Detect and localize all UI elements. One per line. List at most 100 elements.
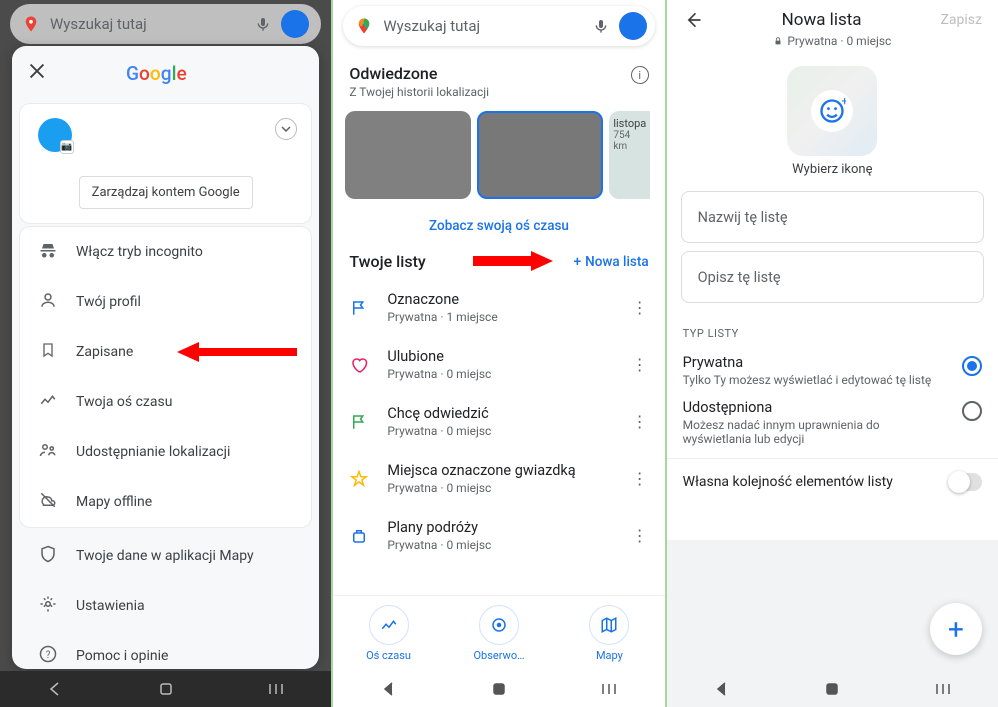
type-shared-row[interactable]: Udostępniona Możesz nadać innym uprawnie… — [667, 391, 998, 450]
back-arrow-icon[interactable] — [683, 10, 703, 30]
nav-home-icon[interactable] — [488, 678, 510, 700]
list-row-ulubione[interactable]: UlubionePrywatna · 0 miejsc ⋮ — [333, 336, 664, 393]
search-bar[interactable]: Wyszukaj tutaj — [343, 6, 654, 46]
menu-offline-maps[interactable]: Mapy offline — [20, 477, 311, 527]
list-type-label: TYP LISTY — [667, 311, 998, 346]
menu-help[interactable]: ? Pomoc i opinie — [12, 631, 319, 669]
list-row-oznaczone[interactable]: OznaczonePrywatna · 1 miejsce ⋮ — [333, 279, 664, 336]
more-icon[interactable]: ⋮ — [631, 526, 649, 545]
your-lists-title: Twoje listy — [349, 252, 425, 271]
list-row-starred[interactable]: Miejsca oznaczone gwiazdkąPrywatna · 0 m… — [333, 450, 664, 507]
menu-label: Zapisane — [76, 344, 133, 360]
android-nav-bar — [333, 671, 664, 707]
more-icon[interactable]: ⋮ — [631, 355, 649, 374]
radio-button[interactable] — [962, 356, 982, 376]
bnav-timeline[interactable]: Oś czasu — [344, 605, 434, 662]
maps-pin-icon — [355, 17, 373, 35]
visited-header: Odwiedzone Z Twojej historii lokalizacji — [333, 52, 664, 103]
person-icon — [38, 291, 58, 313]
menu-label: Mapy offline — [76, 494, 152, 510]
fab-add-button[interactable]: + — [930, 603, 982, 655]
mic-icon — [255, 16, 271, 32]
visited-card[interactable] — [345, 111, 471, 199]
timeline-icon — [369, 605, 409, 645]
menu-label: Włącz tryb incognito — [76, 244, 203, 260]
card-month: listopa — [613, 117, 646, 130]
svg-text:Google: Google — [126, 62, 187, 85]
visited-title: Odwiedzone — [349, 64, 648, 83]
type-private-row[interactable]: Prywatna Tylko Ty możesz wyświetlać i ed… — [667, 346, 998, 391]
toggle-switch[interactable] — [948, 473, 982, 491]
menu-profile[interactable]: Twój profil — [20, 277, 311, 327]
timeline-icon — [38, 391, 58, 413]
menu-incognito[interactable]: Włącz tryb incognito — [20, 227, 311, 277]
visited-card-peek[interactable]: listopa 754 km — [609, 111, 650, 199]
radio-button[interactable] — [962, 401, 982, 421]
incognito-icon — [38, 241, 58, 263]
share-location-icon — [38, 441, 58, 463]
nav-recent-icon[interactable] — [932, 678, 954, 700]
menu-your-data[interactable]: Twoje dane w aplikacji Mapy — [12, 531, 319, 581]
menu-label: Ustawienia — [76, 598, 145, 614]
nav-back-icon[interactable] — [44, 678, 66, 700]
timeline-link[interactable]: Zobacz swoją oś czasu — [429, 218, 569, 234]
list-desc-input[interactable]: Opisz tę listę — [681, 251, 984, 303]
plus-icon: + — [948, 613, 964, 646]
list-row-travel-plans[interactable]: Plany podróżyPrywatna · 0 miejsc ⋮ — [333, 507, 664, 564]
shield-icon — [38, 545, 58, 567]
account-dropdown-icon[interactable] — [275, 118, 297, 140]
menu-settings[interactable]: Ustawienia — [12, 581, 319, 631]
more-icon[interactable]: ⋮ — [631, 469, 649, 488]
visited-cards: listopa 754 km — [333, 103, 664, 207]
mic-icon[interactable] — [593, 18, 609, 34]
search-placeholder: Wyszukaj tutaj — [383, 17, 582, 35]
choose-icon-button[interactable]: + — [787, 66, 877, 156]
more-icon[interactable]: ⋮ — [631, 298, 649, 317]
menu-share-location[interactable]: Udostępnianie lokalizacji — [20, 427, 311, 477]
manage-account-button[interactable]: Zarządzaj kontem Google — [79, 176, 253, 209]
save-button[interactable]: Zapisz — [941, 12, 982, 28]
camera-icon: 📷 — [60, 140, 74, 154]
new-list-button[interactable]: + Nowa lista — [574, 254, 649, 270]
radar-icon — [479, 605, 519, 645]
lock-icon — [773, 36, 783, 46]
menu-label: Pomoc i opinie — [76, 648, 168, 664]
menu-card: Włącz tryb incognito Twój profil Zapisan… — [20, 227, 311, 527]
bnav-maps[interactable]: Mapy — [564, 605, 654, 662]
nav-back-icon[interactable] — [711, 678, 733, 700]
plus-icon: + — [574, 254, 582, 270]
menu-label: Twój profil — [76, 294, 141, 310]
close-icon[interactable] — [26, 60, 48, 82]
visited-card-selected[interactable] — [477, 111, 603, 199]
android-nav-bar — [0, 671, 331, 707]
bnav-following[interactable]: Obserwo… — [454, 605, 544, 662]
avatar[interactable] — [619, 12, 647, 40]
card-distance: 754 km — [613, 130, 646, 152]
nav-home-icon[interactable] — [155, 678, 177, 700]
page-title: Nowa lista — [703, 10, 941, 30]
nav-back-icon[interactable] — [378, 678, 400, 700]
nav-recent-icon[interactable] — [598, 678, 620, 700]
nav-home-icon[interactable] — [821, 678, 843, 700]
own-order-toggle-row: Własna kolejność elementów listy — [667, 458, 998, 505]
menu-timeline[interactable]: Twoja oś czasu — [20, 377, 311, 427]
nav-recent-icon[interactable] — [265, 678, 287, 700]
emoji-icon: + — [811, 90, 853, 132]
help-icon: ? — [38, 645, 58, 667]
info-icon[interactable]: i — [631, 66, 649, 84]
gear-icon — [38, 595, 58, 617]
more-icon[interactable]: ⋮ — [631, 412, 649, 431]
search-placeholder: Wyszukaj tutaj — [50, 15, 245, 33]
avatar-large[interactable]: 📷 — [38, 118, 72, 152]
offline-icon — [38, 491, 58, 513]
bookmark-icon — [38, 341, 58, 363]
flag-icon — [349, 412, 369, 432]
visited-subtitle: Z Twojej historii lokalizacji — [349, 85, 648, 99]
svg-text:+: + — [842, 97, 847, 108]
avatar — [281, 10, 309, 38]
menu-saved[interactable]: Zapisane — [20, 327, 311, 377]
svg-text:?: ? — [46, 650, 51, 661]
menu-label: Twoja oś czasu — [76, 394, 172, 410]
list-row-chce-odwiedzic[interactable]: Chcę odwiedzićPrywatna · 0 miejsc ⋮ — [333, 393, 664, 450]
list-name-input[interactable]: Nazwij tę listę — [681, 191, 984, 243]
